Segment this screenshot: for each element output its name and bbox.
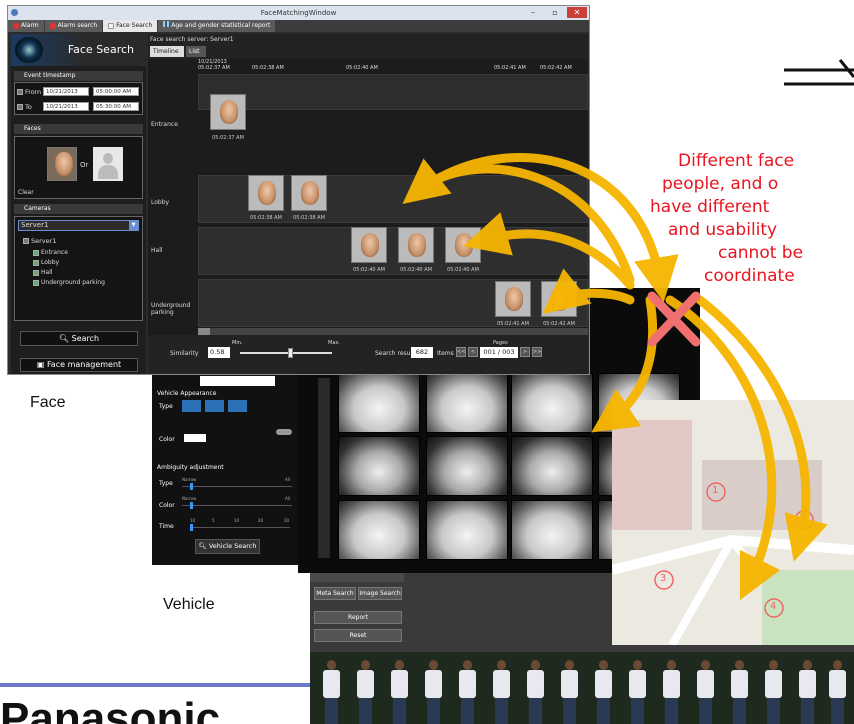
arrow-to-map (665, 295, 781, 601)
arrow-to-underground (542, 268, 635, 315)
arrows-overlay (402, 153, 828, 601)
arrow-to-lobby (402, 158, 635, 285)
annotation-text: Different face people, and o have differ… (650, 151, 804, 286)
arrow-to-vehicle (591, 295, 658, 433)
